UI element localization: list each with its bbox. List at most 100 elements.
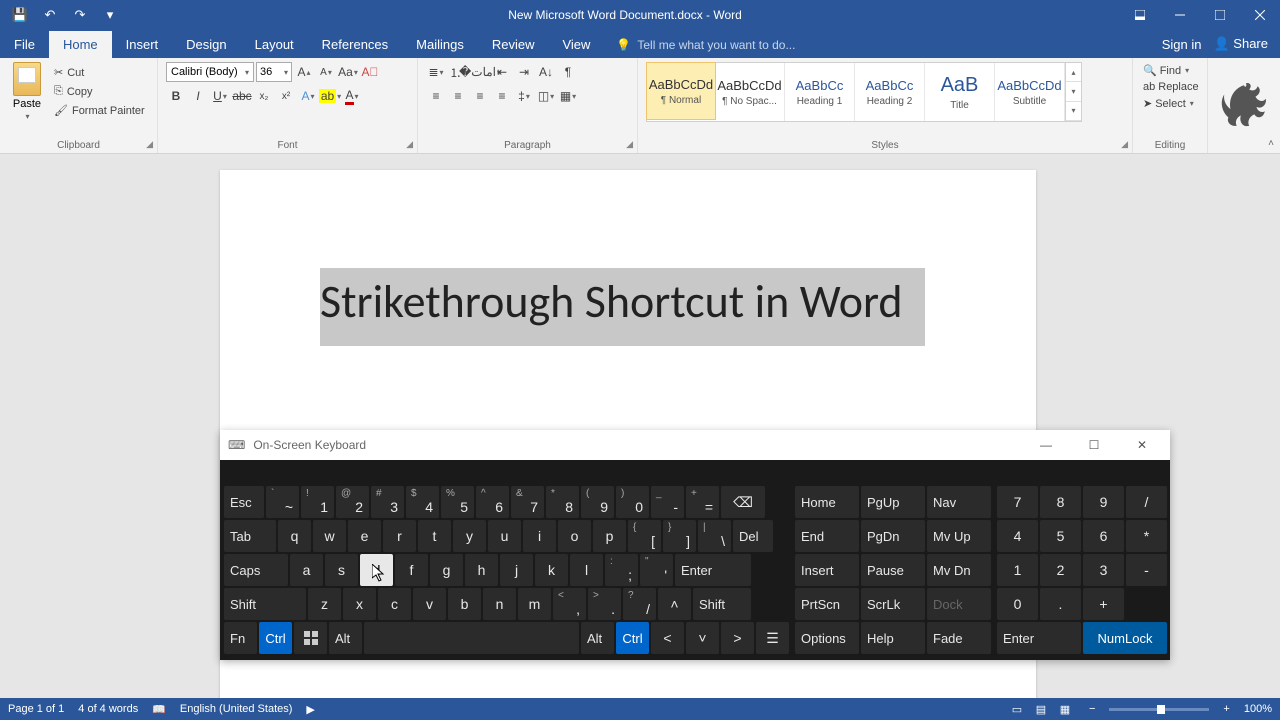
gallery-up[interactable]: ▴: [1066, 63, 1081, 82]
key-help[interactable]: Help: [861, 622, 925, 654]
key-[[interactable]: {[: [628, 520, 661, 552]
font-name-combo[interactable]: Calibri (Body)▾: [166, 62, 254, 82]
key-num-7[interactable]: 7: [997, 486, 1038, 518]
page-status[interactable]: Page 1 of 1: [8, 703, 64, 715]
borders-button[interactable]: ▦▾: [558, 86, 578, 106]
key-y[interactable]: y: [453, 520, 486, 552]
clipboard-launcher[interactable]: ◢: [146, 139, 153, 150]
key-num-3[interactable]: 3: [1083, 554, 1124, 586]
qat-save[interactable]: 💾: [8, 3, 32, 27]
font-size-combo[interactable]: 36▾: [256, 62, 292, 82]
subscript-button[interactable]: x₂: [254, 86, 274, 106]
key-num-1[interactable]: 1: [997, 554, 1038, 586]
key-enter[interactable]: Enter: [675, 554, 751, 586]
word-count[interactable]: 4 of 4 words: [78, 703, 138, 715]
style---no-spac---[interactable]: AaBbCcDd¶ No Spac...: [715, 63, 785, 121]
multilevel-list-button[interactable]: �امات▾: [470, 62, 490, 82]
gallery-more[interactable]: ▾: [1066, 102, 1081, 121]
spellcheck-icon[interactable]: 📖: [152, 703, 166, 716]
key-dock[interactable]: Dock: [927, 588, 991, 620]
key-q[interactable]: q: [278, 520, 311, 552]
share-button[interactable]: 👤 Share: [1213, 36, 1268, 52]
align-right-button[interactable]: ≡: [470, 86, 490, 106]
sign-in-link[interactable]: Sign in: [1162, 37, 1202, 52]
key-num-0[interactable]: 0: [997, 588, 1038, 620]
key-l[interactable]: l: [570, 554, 603, 586]
zoom-level[interactable]: 100%: [1244, 703, 1272, 715]
qat-customize[interactable]: ▾: [98, 3, 122, 27]
paste-button[interactable]: Paste ▾: [8, 62, 46, 121]
key-nav[interactable]: Nav: [927, 486, 991, 518]
key-f[interactable]: f: [395, 554, 428, 586]
key-9[interactable]: (9: [581, 486, 614, 518]
tab-home[interactable]: Home: [49, 31, 112, 58]
print-layout-button[interactable]: ▤: [1031, 701, 1051, 717]
web-layout-button[interactable]: ▦: [1055, 701, 1075, 717]
key-scrlk[interactable]: ScrLk: [861, 588, 925, 620]
tab-insert[interactable]: Insert: [112, 31, 173, 58]
key-win[interactable]: [294, 622, 327, 654]
key-,[interactable]: <,: [553, 588, 586, 620]
minimize-button[interactable]: [1160, 0, 1200, 30]
key-'[interactable]: "': [640, 554, 673, 586]
read-mode-button[interactable]: ▭: [1007, 701, 1027, 717]
key-pause[interactable]: Pause: [861, 554, 925, 586]
key-fade[interactable]: Fade: [927, 622, 991, 654]
close-button[interactable]: [1240, 0, 1280, 30]
key-x[interactable]: x: [343, 588, 376, 620]
show-marks-button[interactable]: ¶: [558, 62, 578, 82]
key-num-NumLock[interactable]: NumLock: [1083, 622, 1167, 654]
key-insert[interactable]: Insert: [795, 554, 859, 586]
key-home[interactable]: Home: [795, 486, 859, 518]
styles-launcher[interactable]: ◢: [1121, 139, 1128, 150]
key-num-Enter[interactable]: Enter: [997, 622, 1081, 654]
select-button[interactable]: ➤Select▾: [1141, 95, 1199, 112]
shading-button[interactable]: ◫▾: [536, 86, 556, 106]
key-b[interactable]: b: [448, 588, 481, 620]
key-num-/[interactable]: /: [1126, 486, 1167, 518]
style---normal[interactable]: AaBbCcDd¶ Normal: [646, 62, 716, 120]
key-n[interactable]: n: [483, 588, 516, 620]
decrease-indent-button[interactable]: ⇤: [492, 62, 512, 82]
key-i[interactable]: i: [523, 520, 556, 552]
tell-me[interactable]: 💡 Tell me what you want to do...: [616, 38, 795, 58]
key-num-2[interactable]: 2: [1040, 554, 1081, 586]
key-num--[interactable]: -: [1126, 554, 1167, 586]
key-c[interactable]: c: [378, 588, 411, 620]
tab-review[interactable]: Review: [478, 31, 549, 58]
style-heading-2[interactable]: AaBbCcHeading 2: [855, 63, 925, 121]
collapse-ribbon-button[interactable]: ˄: [1268, 138, 1274, 149]
key-z[interactable]: z: [308, 588, 341, 620]
tab-mailings[interactable]: Mailings: [402, 31, 478, 58]
shrink-font-button[interactable]: A▾: [316, 62, 336, 82]
ribbon-display-options-icon[interactable]: [1120, 0, 1160, 30]
file-tab[interactable]: File: [0, 31, 49, 58]
key-pgup[interactable]: PgUp: [861, 486, 925, 518]
key-prtscn[interactable]: PrtScn: [795, 588, 859, 620]
key-mvdn[interactable]: Mv Dn: [927, 554, 991, 586]
key-right[interactable]: >: [721, 622, 754, 654]
key-num-+[interactable]: +: [1083, 588, 1124, 620]
key-3[interactable]: #3: [371, 486, 404, 518]
key-menu[interactable]: ☰: [756, 622, 789, 654]
zoom-slider[interactable]: [1109, 708, 1209, 711]
key-p[interactable]: p: [593, 520, 626, 552]
key-\[interactable]: |\: [698, 520, 731, 552]
tab-layout[interactable]: Layout: [241, 31, 308, 58]
find-button[interactable]: 🔍Find▾: [1141, 62, 1199, 79]
style-heading-1[interactable]: AaBbCcHeading 1: [785, 63, 855, 121]
bullet-list-button[interactable]: ≣▾: [426, 62, 446, 82]
align-left-button[interactable]: ≡: [426, 86, 446, 106]
key-up[interactable]: ˄: [658, 588, 691, 620]
key-v[interactable]: v: [413, 588, 446, 620]
key-d[interactable]: d: [360, 554, 393, 586]
key-num-*[interactable]: *: [1126, 520, 1167, 552]
key-1[interactable]: !1: [301, 486, 334, 518]
font-launcher[interactable]: ◢: [406, 139, 413, 150]
key-~[interactable]: `~: [266, 486, 299, 518]
key-caps[interactable]: Caps: [224, 554, 288, 586]
font-color-button[interactable]: A▾: [342, 86, 362, 106]
gallery-down[interactable]: ▾: [1066, 82, 1081, 101]
key-0[interactable]: )0: [616, 486, 649, 518]
key-alt-r[interactable]: Alt: [581, 622, 614, 654]
